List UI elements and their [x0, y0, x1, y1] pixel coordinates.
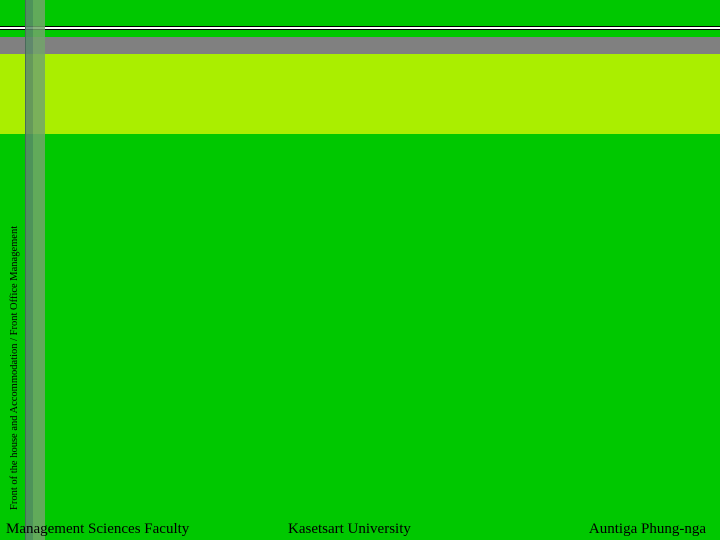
- footer-faculty: Management Sciences Faculty: [6, 521, 190, 537]
- footer-university: Kasetsart University: [288, 521, 411, 537]
- vertical-stripe-dark: [25, 0, 33, 540]
- gray-header-band: [0, 37, 720, 54]
- vertical-stripe-edge: [25, 0, 26, 540]
- top-rule-line: [0, 26, 720, 30]
- footer-author: Auntiga Phung-nga: [588, 521, 706, 537]
- slide: Front of the house and Accommodation / F…: [0, 0, 720, 540]
- vertical-stripe-light: [33, 0, 45, 540]
- title-band: [0, 54, 720, 134]
- side-title: Front of the house and Accommodation / F…: [9, 225, 20, 510]
